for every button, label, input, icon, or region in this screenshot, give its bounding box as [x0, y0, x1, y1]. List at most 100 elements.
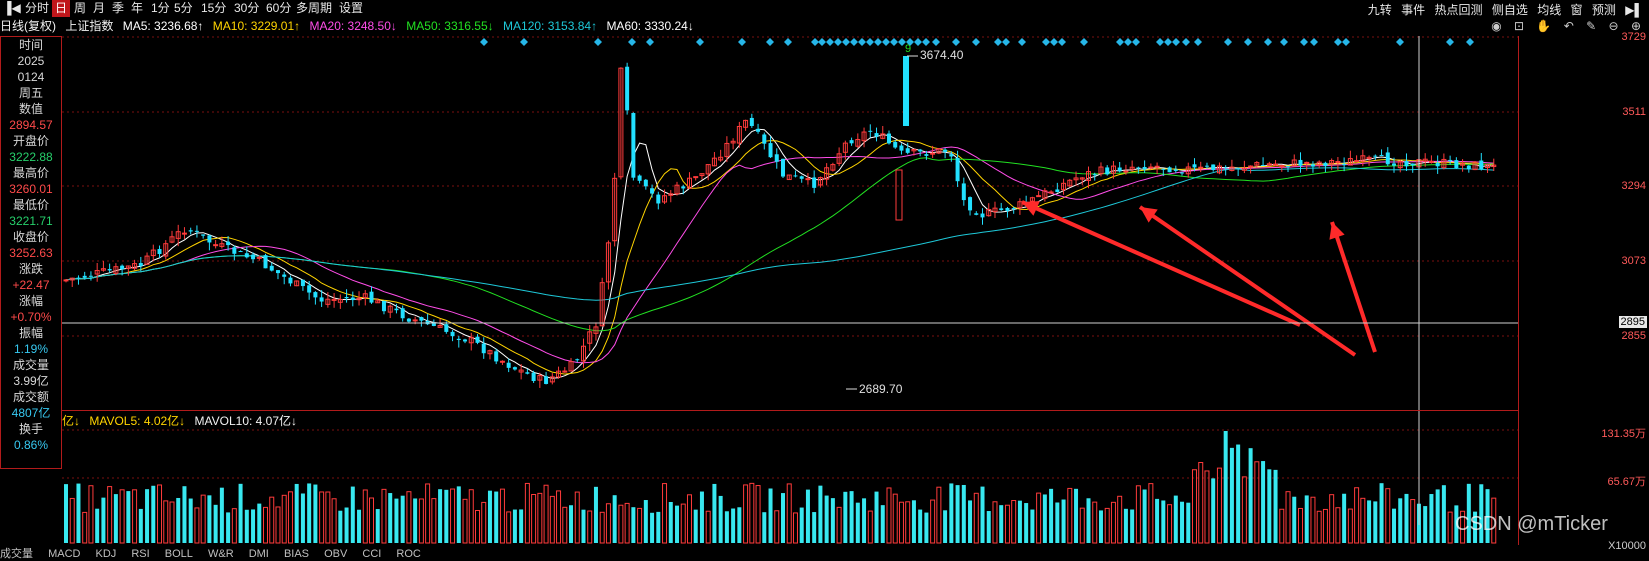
ma120-line [65, 167, 1494, 301]
volume-bar [999, 505, 1004, 543]
candle-body [1428, 160, 1434, 163]
volume-bar [494, 491, 499, 543]
volume-bar [1392, 508, 1397, 543]
candle-body [874, 133, 879, 137]
volume-bar [1261, 461, 1266, 543]
candle-body [1011, 208, 1016, 210]
indicator-tab-bias[interactable]: BIAS [284, 548, 309, 560]
volume-bar [905, 501, 911, 544]
candle-body [226, 241, 231, 246]
candle-body [1286, 166, 1291, 168]
candle-body [499, 360, 505, 363]
volume-bar [468, 489, 474, 544]
candle-body [1404, 161, 1409, 167]
candle-body [756, 128, 761, 132]
volume-bar [537, 492, 543, 544]
volume-bar [431, 498, 437, 544]
indicator-tab-volume[interactable]: 成交量 [0, 548, 33, 560]
signal-diamond [1244, 38, 1252, 46]
volume-bar [1241, 476, 1247, 544]
volume-bar [699, 491, 704, 543]
volume-bar [325, 491, 331, 544]
signal-diamond [738, 38, 746, 46]
candle-body [899, 145, 904, 151]
volume-bar [506, 511, 512, 544]
volume-bar [213, 504, 218, 543]
volume-bar [618, 504, 624, 544]
indicator-tab-wr[interactable]: W&R [208, 548, 234, 560]
candle-body [350, 297, 355, 301]
volume-bar [1367, 500, 1372, 543]
indicator-tab-obv[interactable]: OBV [324, 548, 347, 560]
candle-body [1448, 159, 1453, 161]
volume-bar [499, 488, 505, 544]
volume-bar [119, 489, 125, 544]
candle-body [650, 188, 655, 194]
cursor-price-label: 2895 [1618, 316, 1647, 328]
volume-bar [556, 490, 562, 544]
volume-bar [1036, 492, 1042, 544]
volume-bar [743, 484, 749, 544]
candle-body [269, 265, 274, 271]
volume-bar [113, 494, 118, 543]
volume-bar [880, 505, 885, 543]
volume-bar [943, 510, 948, 543]
volume-bar [1067, 487, 1073, 544]
indicator-tab-kdj[interactable]: KDJ [96, 548, 117, 560]
candle-body [444, 324, 449, 332]
volume-bar [762, 512, 767, 543]
kline-chart[interactable]: 9 3674.40 2689.70 CSDN @mTicker [0, 0, 1649, 559]
volume-bar [138, 508, 143, 543]
volume-bar [1360, 497, 1366, 544]
candle-body [943, 149, 948, 152]
volume-bar [1354, 487, 1360, 544]
volume-bar [381, 488, 387, 544]
candle-body [1136, 167, 1141, 169]
volume-bar [637, 507, 643, 544]
candle-body [895, 169, 903, 221]
indicator-tab-dmi[interactable]: DMI [249, 548, 269, 560]
candle-body [1005, 208, 1010, 212]
volume-bar [1322, 508, 1328, 544]
candle-body [400, 308, 405, 319]
candle-body [799, 176, 804, 179]
volume-bar [1049, 488, 1054, 543]
volume-bar [1024, 503, 1029, 543]
volume-bar [867, 510, 873, 544]
indicator-tab-roc[interactable]: ROC [396, 548, 420, 560]
candle-body [213, 244, 219, 247]
volume-bar [675, 505, 680, 543]
candle-body [1154, 165, 1160, 168]
volume-bar [1310, 496, 1316, 544]
candle-body [531, 372, 536, 382]
candle-body [475, 336, 480, 343]
signal-diamond [1300, 38, 1308, 46]
volume-bar [132, 489, 138, 544]
indicator-tab-cci[interactable]: CCI [362, 548, 381, 560]
volume-bar [1236, 444, 1241, 543]
volume-bar [1161, 500, 1166, 543]
candle-body [1379, 154, 1384, 156]
volume-bar [1342, 493, 1347, 543]
signal-diamond [1446, 38, 1454, 46]
arrow-annotation-2 [1138, 205, 1357, 357]
volume-bar [182, 486, 187, 543]
mavol5-label: MAVOL5: 4.02亿↓ [89, 414, 186, 428]
candle-body [637, 175, 642, 181]
volume-bar [812, 512, 817, 543]
indicator-tab-macd[interactable]: MACD [48, 548, 80, 560]
signal-diamond [1342, 38, 1350, 46]
volume-bar [749, 482, 755, 544]
volume-bar [955, 485, 960, 543]
candle-body [1310, 164, 1315, 167]
volume-bar [662, 483, 668, 544]
signal-diamond [1182, 38, 1190, 46]
signal-diamond [1396, 38, 1404, 46]
volume-bar [101, 497, 106, 543]
volume-bar [413, 498, 418, 543]
indicator-tab-boll[interactable]: BOLL [165, 548, 193, 560]
volume-bar [425, 483, 431, 544]
volume-legend: 亿↓ MAVOL5: 4.02亿↓ MAVOL10: 4.07亿↓ [62, 414, 297, 428]
volume-bar [855, 502, 860, 543]
indicator-tab-rsi[interactable]: RSI [131, 548, 149, 560]
